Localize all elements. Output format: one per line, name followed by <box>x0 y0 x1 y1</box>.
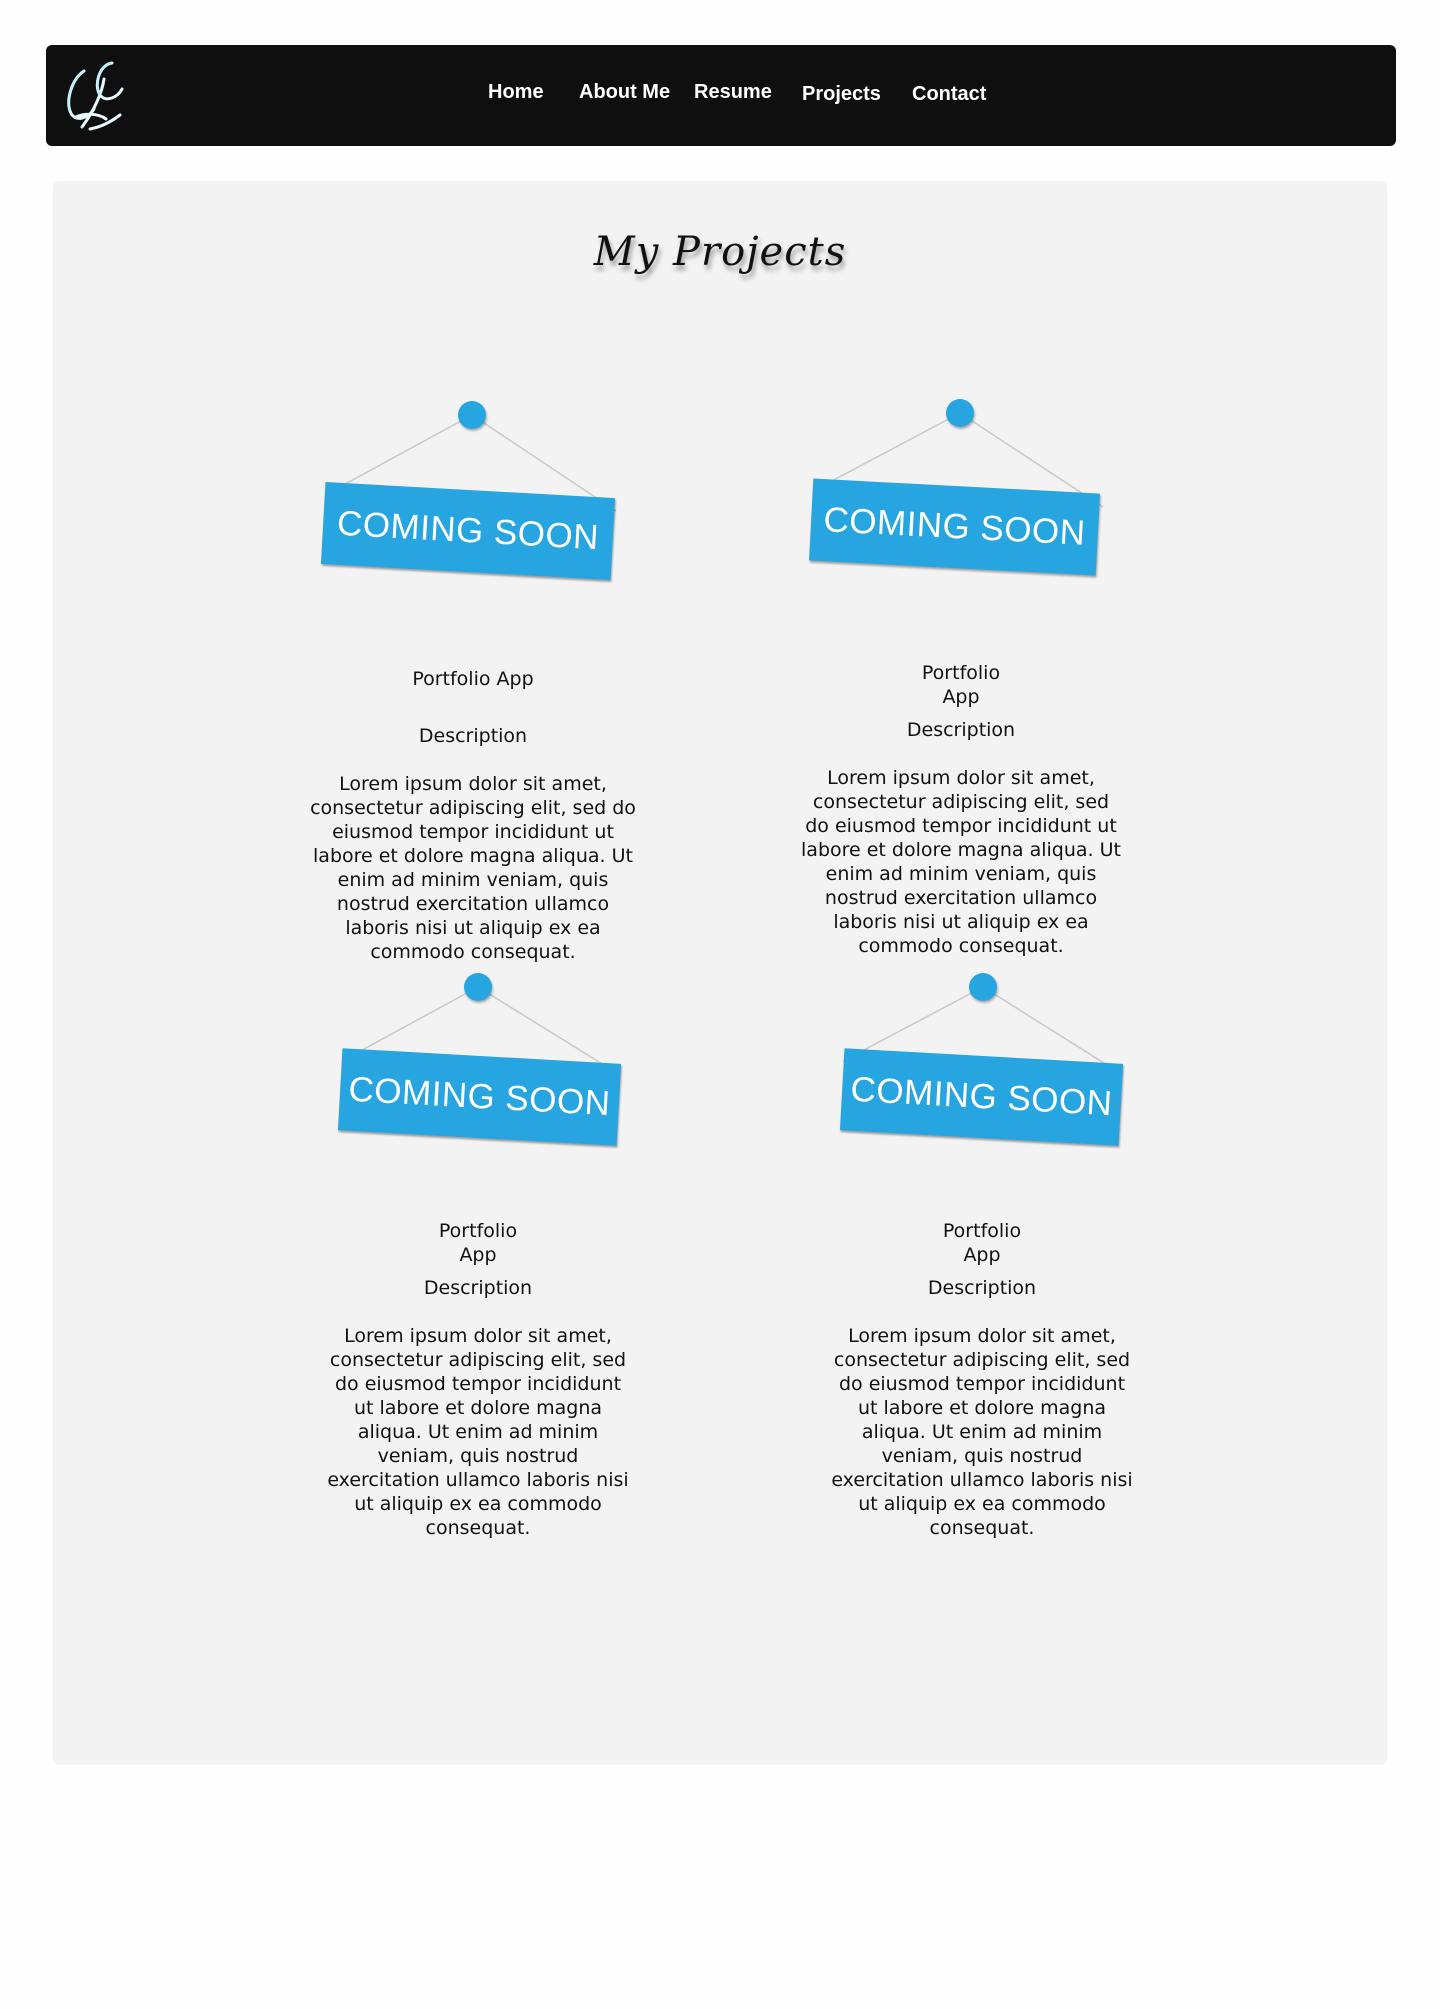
coming-soon-label: COMING SOON <box>320 481 616 581</box>
project-name: Portfolio App <box>942 1220 1022 1266</box>
nav-home-link[interactable]: Home <box>488 81 544 104</box>
pin-icon <box>969 973 997 1001</box>
project-name: Portfolio App <box>412 668 534 690</box>
coming-soon-sign: COMING SOON <box>313 401 633 613</box>
top-navbar: Home About Me Resume Projects Contact <box>46 45 1396 146</box>
coming-soon-label: COMING SOON <box>839 1048 1124 1146</box>
project-name: Portfolio App <box>921 662 1001 708</box>
project-description: Lorem ipsum dolor sit amet, consectetur … <box>831 1325 1133 1539</box>
project-description: Lorem ipsum dolor sit amet, consectetur … <box>801 767 1121 957</box>
project-description: Lorem ipsum dolor sit amet, consectetur … <box>327 1325 629 1539</box>
logo-monogram-icon <box>67 61 124 131</box>
logo-icon[interactable] <box>54 49 144 139</box>
project-card: Portfolio App Description Lorem ipsum do… <box>801 661 1121 958</box>
nav-about-link[interactable]: About Me <box>579 81 670 104</box>
coming-soon-sign: COMING SOON <box>803 399 1123 611</box>
project-description-label: Description <box>906 719 1016 741</box>
pin-icon <box>458 401 486 429</box>
project-name: Portfolio App <box>438 1220 518 1266</box>
project-card: Portfolio App Description Lorem ipsum do… <box>323 1219 633 1540</box>
pin-icon <box>464 973 492 1001</box>
nav-resume-link[interactable]: Resume <box>694 81 772 104</box>
nav-projects-link[interactable]: Projects <box>802 83 881 106</box>
project-card: Portfolio App Description Lorem ipsum do… <box>827 1219 1137 1540</box>
page-title: My Projects <box>593 229 847 275</box>
pin-icon <box>946 399 974 427</box>
project-description-label: Description <box>418 725 528 747</box>
coming-soon-sign: COMING SOON <box>326 973 646 1185</box>
projects-panel: My Projects COMING SOON COMING SOON COMI… <box>53 181 1387 1765</box>
project-description-label: Description <box>927 1277 1037 1299</box>
coming-soon-label: COMING SOON <box>809 478 1100 576</box>
project-description: Lorem ipsum dolor sit amet, consectetur … <box>310 773 636 963</box>
project-description-label: Description <box>423 1277 533 1299</box>
project-card: Portfolio App Description Lorem ipsum do… <box>308 667 638 964</box>
nav-contact-link[interactable]: Contact <box>912 83 986 106</box>
coming-soon-sign: COMING SOON <box>829 973 1149 1185</box>
coming-soon-label: COMING SOON <box>337 1048 622 1146</box>
